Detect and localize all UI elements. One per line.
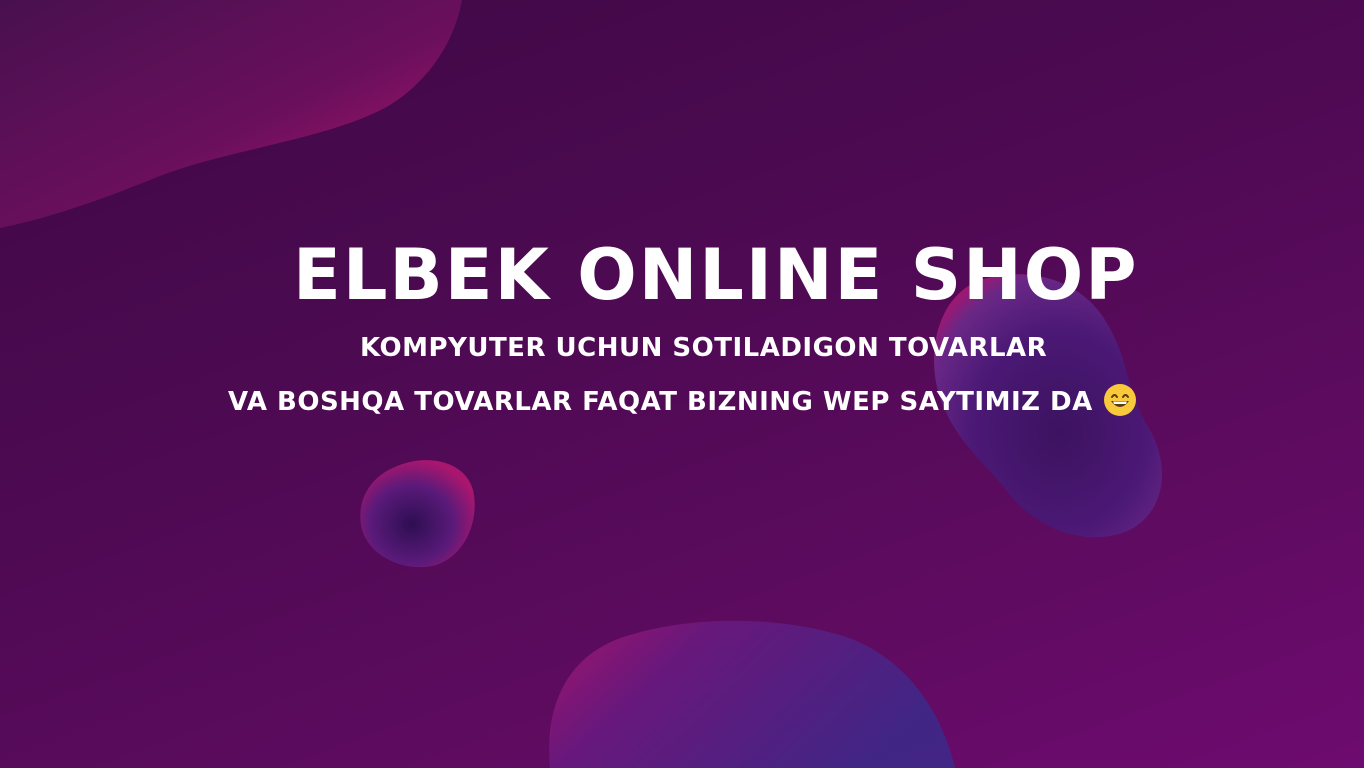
subtitle-line-2-text: VA BOSHQA TOVARLAR FAQAT BIZNING WEP SAY…: [228, 387, 1093, 417]
hero-section: ELBEK ONLINE SHOP KOMPYUTER UCHUN SOTILA…: [0, 0, 1364, 768]
subtitle-line-2: VA BOSHQA TOVARLAR FAQAT BIZNING WEP SAY…: [228, 383, 1137, 420]
page-title: ELBEK ONLINE SHOP: [293, 234, 1139, 316]
grinning-face-emoji-icon: [1103, 384, 1136, 416]
subtitle-line-1: KOMPYUTER UCHUN SOTILADIGON TOVARLAR: [360, 333, 1048, 363]
